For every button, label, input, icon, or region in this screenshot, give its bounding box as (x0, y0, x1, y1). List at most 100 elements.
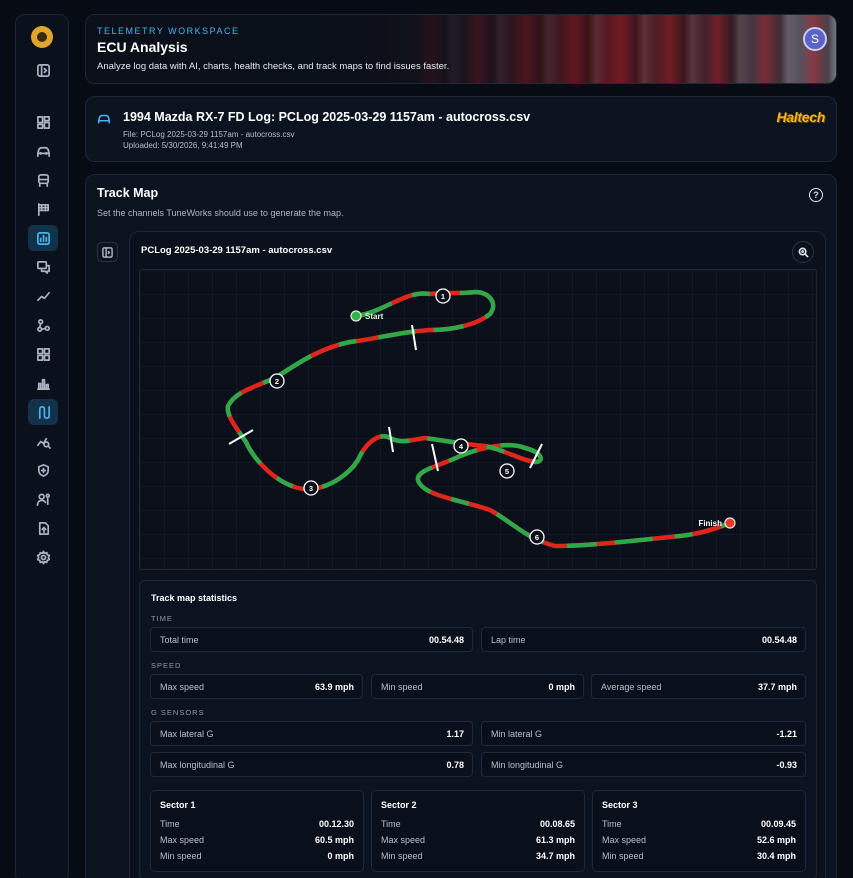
hero-eyebrow: TELEMETRY WORKSPACE (97, 26, 240, 36)
dashboard-icon[interactable] (28, 109, 58, 135)
sector-min-speed-label: Min speed (160, 851, 202, 861)
stat-label: Max longitudinal G (160, 760, 235, 770)
grid-icon[interactable] (28, 341, 58, 367)
finish-marker (724, 517, 736, 529)
sector-min-speed: 34.7 mph (535, 851, 575, 861)
sector-card-3: Sector 3 Time 00.09.45 Max speed 52.6 mph … (592, 790, 806, 872)
stat-value: 0.78 (446, 760, 464, 770)
stat-value: 37.7 mph (757, 682, 797, 692)
trend-icon[interactable] (28, 283, 58, 309)
stat-min-lateral-g: Min lateral G -1.21 (481, 721, 806, 746)
sidebar (15, 14, 69, 878)
stat-max-lateral-g: Max lateral G 1.17 (150, 721, 473, 746)
finish-label: Finish (698, 519, 722, 528)
hero-subtitle: Analyze log data with AI, charts, health… (97, 61, 450, 72)
lap-marker-label: 2 (275, 377, 279, 386)
log-uploaded: Uploaded: 5/30/2026, 9:41:49 PM (123, 141, 243, 150)
stat-label: Average speed (601, 682, 662, 692)
sector-min-speed-label: Min speed (602, 851, 644, 861)
track-route-icon[interactable] (28, 399, 58, 425)
log-info-card: 1994 Mazda RX-7 FD Log: PCLog 2025-03-29… (85, 96, 837, 162)
checkered-flag-icon[interactable] (28, 196, 58, 222)
start-marker (350, 310, 362, 322)
stat-label: Max lateral G (160, 729, 214, 739)
user-settings-icon[interactable] (28, 486, 58, 512)
stat-max-longitudinal-g: Max longitudinal G 0.78 (150, 752, 473, 777)
map-panel: PCLog 2025-03-29 1157am - autocross.csv … (129, 231, 826, 878)
avatar[interactable]: S (803, 27, 827, 51)
time-section-label: TIME (151, 614, 173, 623)
track-map-subtitle: Set the channels TuneWorks should use to… (97, 208, 344, 218)
car-icon[interactable] (28, 138, 58, 164)
stat-label: Max speed (160, 682, 205, 692)
nodes-icon[interactable] (28, 312, 58, 338)
gear-icon[interactable] (28, 544, 58, 570)
file-upload-icon[interactable] (28, 515, 58, 541)
haltech-logo: Haltech (776, 109, 826, 125)
stat-min-speed: Min speed 0 mph (371, 674, 584, 699)
stat-value: -1.21 (776, 729, 797, 739)
sector-max-speed: 61.3 mph (535, 835, 575, 845)
stat-max-speed: Max speed 63.9 mph (150, 674, 363, 699)
sector-min-speed: 30.4 mph (756, 851, 796, 861)
stat-value: 1.17 (446, 729, 464, 739)
sector-max-speed-label: Max speed (602, 835, 647, 845)
sector-time: 00.09.45 (760, 819, 796, 829)
stat-min-longitudinal-g: Min longitudinal G -0.93 (481, 752, 806, 777)
sector-name: Sector 2 (381, 800, 417, 810)
g-sensors-section-label: G SENSORS (151, 708, 205, 717)
stat-total-time: Total time 00.54.48 (150, 627, 473, 652)
sector-name: Sector 1 (160, 800, 196, 810)
sector-max-speed: 52.6 mph (756, 835, 796, 845)
track-map-canvas[interactable]: Start Finish 1 2 3 4 5 6 (139, 269, 817, 570)
shield-icon[interactable] (28, 457, 58, 483)
sector-time-label: Time (602, 819, 622, 829)
sector-time-label: Time (381, 819, 401, 829)
lap-marker-label: 3 (309, 484, 313, 493)
stat-value: 00.54.48 (428, 635, 464, 645)
map-title: PCLog 2025-03-29 1157am - autocross.csv (141, 245, 333, 256)
track-map-card: Track Map Set the channels TuneWorks sho… (85, 174, 837, 878)
sector-max-speed: 60.5 mph (314, 835, 354, 845)
sector-divider (411, 324, 417, 351)
stat-label: Total time (160, 635, 199, 645)
track-map-title: Track Map (97, 186, 159, 200)
ecu-analysis-icon[interactable] (28, 225, 58, 251)
stat-lap-time: Lap time 00.54.48 (481, 627, 806, 652)
track-line (225, 289, 735, 549)
sidebar-collapse-icon[interactable] (28, 57, 58, 83)
sector-max-speed-label: Max speed (160, 835, 205, 845)
channel-panel-toggle-icon[interactable] (97, 242, 118, 262)
lap-marker-label: 6 (535, 533, 539, 542)
start-label: Start (365, 312, 384, 321)
sector-min-speed-label: Min speed (381, 851, 423, 861)
car-icon (97, 112, 111, 131)
speed-section-label: SPEED (151, 661, 182, 670)
stats-title: Track map statistics (151, 593, 238, 603)
page-title: ECU Analysis (97, 39, 188, 55)
zoom-in-icon[interactable] (792, 241, 814, 263)
hero-banner: TELEMETRY WORKSPACE ECU Analysis Analyze… (85, 14, 837, 84)
sector-time: 00.08.65 (539, 819, 575, 829)
lap-marker-label: 1 (441, 292, 445, 301)
app-logo[interactable] (31, 26, 53, 48)
sector-name: Sector 3 (602, 800, 638, 810)
log-title: 1994 Mazda RX-7 FD Log: PCLog 2025-03-29… (123, 110, 531, 124)
stat-label: Min longitudinal G (491, 760, 564, 770)
bar-chart-icon[interactable] (28, 370, 58, 396)
stat-average-speed: Average speed 37.7 mph (591, 674, 806, 699)
chat-icon[interactable] (28, 254, 58, 280)
vehicle-front-icon[interactable] (28, 167, 58, 193)
stat-value: 00.54.48 (761, 635, 797, 645)
stat-value: 0 mph (548, 682, 575, 692)
sector-card-2: Sector 2 Time 00.08.65 Max speed 61.3 mph … (371, 790, 585, 872)
stat-value: -0.93 (776, 760, 797, 770)
help-icon[interactable]: ? (809, 188, 823, 202)
chart-search-icon[interactable] (28, 428, 58, 454)
lap-marker-label: 5 (505, 467, 509, 476)
sector-min-speed: 0 mph (327, 851, 354, 861)
sector-card-1: Sector 1 Time 00.12.30 Max speed 60.5 mph … (150, 790, 364, 872)
stat-label: Min lateral G (491, 729, 543, 739)
track-map-statistics: Track map statistics TIME Total time 00.… (139, 580, 817, 878)
sector-max-speed-label: Max speed (381, 835, 426, 845)
